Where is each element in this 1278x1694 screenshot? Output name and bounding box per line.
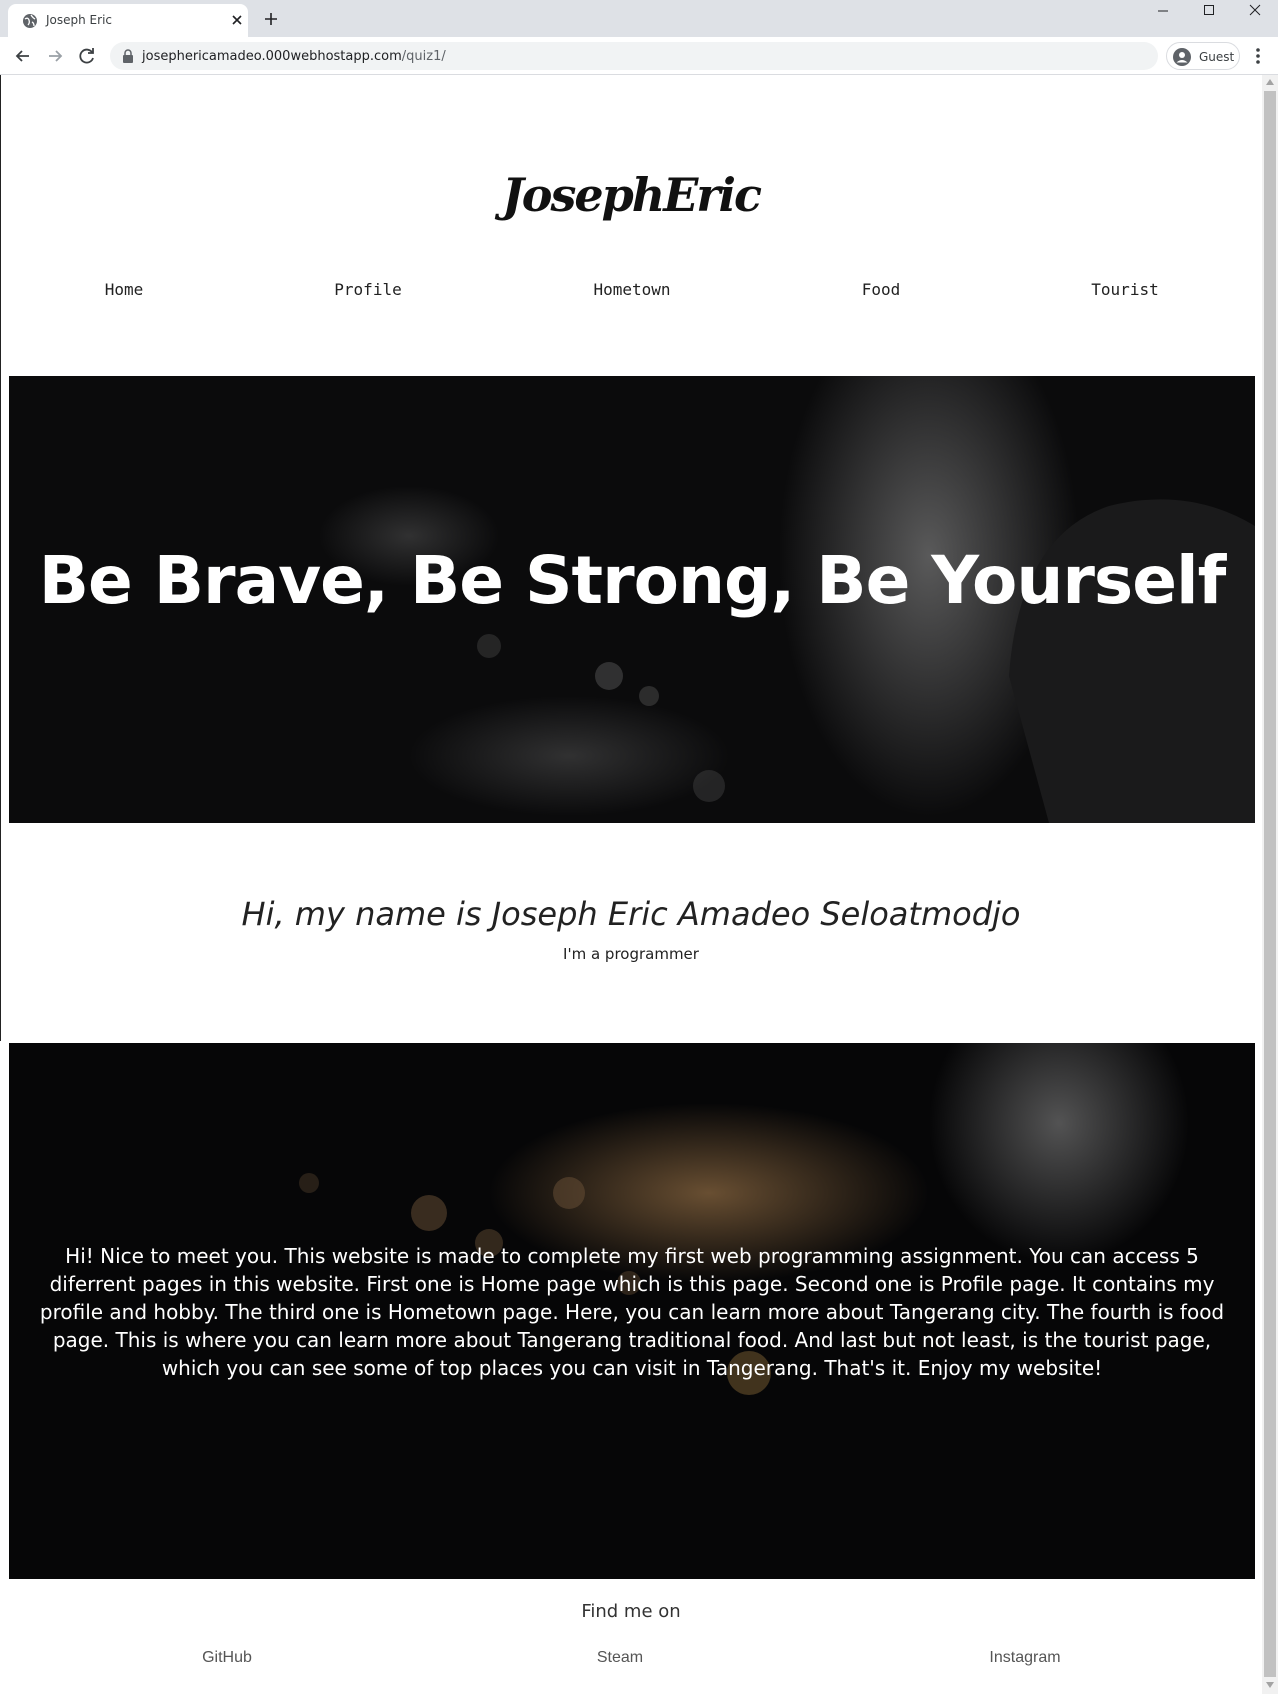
close-icon[interactable] bbox=[228, 11, 246, 29]
nav-hometown[interactable]: Hometown bbox=[593, 280, 670, 299]
address-bar[interactable]: josephericamadeo.000webhostapp.com/quiz1… bbox=[110, 42, 1158, 70]
lock-icon[interactable] bbox=[122, 49, 134, 63]
site-logo[interactable]: JosephEric bbox=[0, 163, 1262, 243]
window-close-icon[interactable] bbox=[1232, 0, 1278, 24]
tab-title: Joseph Eric bbox=[46, 13, 112, 27]
browser-toolbar: josephericamadeo.000webhostapp.com/quiz1… bbox=[0, 37, 1278, 75]
intro-subtitle: I'm a programmer bbox=[563, 945, 699, 963]
browser-tab-strip: Joseph Eric bbox=[0, 0, 1278, 37]
main-nav: Home Profile Hometown Food Tourist bbox=[0, 280, 1262, 310]
scroll-up-arrow-icon[interactable] bbox=[1266, 79, 1274, 85]
intro-heading: Hi, my name is Joseph Eric Amadeo Seloat… bbox=[241, 895, 1021, 933]
about-section: Hi! Nice to meet you. This website is ma… bbox=[9, 1043, 1255, 1579]
minimize-icon[interactable] bbox=[1140, 0, 1186, 24]
find-me-heading: Find me on bbox=[581, 1601, 681, 1622]
page-viewport: JosephEric Home Profile Hometown Food To… bbox=[0, 75, 1278, 1694]
nav-home[interactable]: Home bbox=[105, 280, 144, 299]
nav-food[interactable]: Food bbox=[862, 280, 901, 299]
nav-tourist[interactable]: Tourist bbox=[1091, 280, 1158, 299]
plus-icon[interactable] bbox=[262, 10, 280, 28]
url-text[interactable]: josephericamadeo.000webhostapp.com/quiz1… bbox=[142, 49, 446, 64]
about-paragraph: Hi! Nice to meet you. This website is ma… bbox=[39, 1244, 1225, 1380]
more-menu-icon[interactable] bbox=[1248, 45, 1268, 67]
vertical-scrollbar[interactable] bbox=[1262, 75, 1278, 1694]
reload-icon[interactable] bbox=[76, 45, 98, 67]
profile-label: Guest bbox=[1199, 50, 1235, 64]
steam-link[interactable]: Steam bbox=[597, 1649, 643, 1667]
browser-tab[interactable]: Joseph Eric bbox=[8, 4, 248, 37]
globe-icon bbox=[23, 14, 37, 28]
logo-text: JosephEric bbox=[494, 168, 762, 222]
back-arrow-icon[interactable] bbox=[12, 45, 34, 67]
hero-title: Be Brave, Be Strong, Be Yourself bbox=[38, 542, 1227, 619]
scrollbar-thumb[interactable] bbox=[1264, 91, 1276, 1677]
github-link[interactable]: GitHub bbox=[202, 1649, 252, 1667]
forward-arrow-icon[interactable] bbox=[44, 45, 66, 67]
nav-profile[interactable]: Profile bbox=[334, 280, 401, 299]
scroll-down-arrow-icon[interactable] bbox=[1266, 1682, 1274, 1688]
profile-button[interactable]: Guest bbox=[1166, 42, 1240, 70]
avatar-icon bbox=[1173, 48, 1191, 66]
hero-banner: Be Brave, Be Strong, Be Yourself bbox=[9, 376, 1255, 823]
maximize-icon[interactable] bbox=[1186, 0, 1232, 24]
instagram-link[interactable]: Instagram bbox=[989, 1649, 1060, 1667]
